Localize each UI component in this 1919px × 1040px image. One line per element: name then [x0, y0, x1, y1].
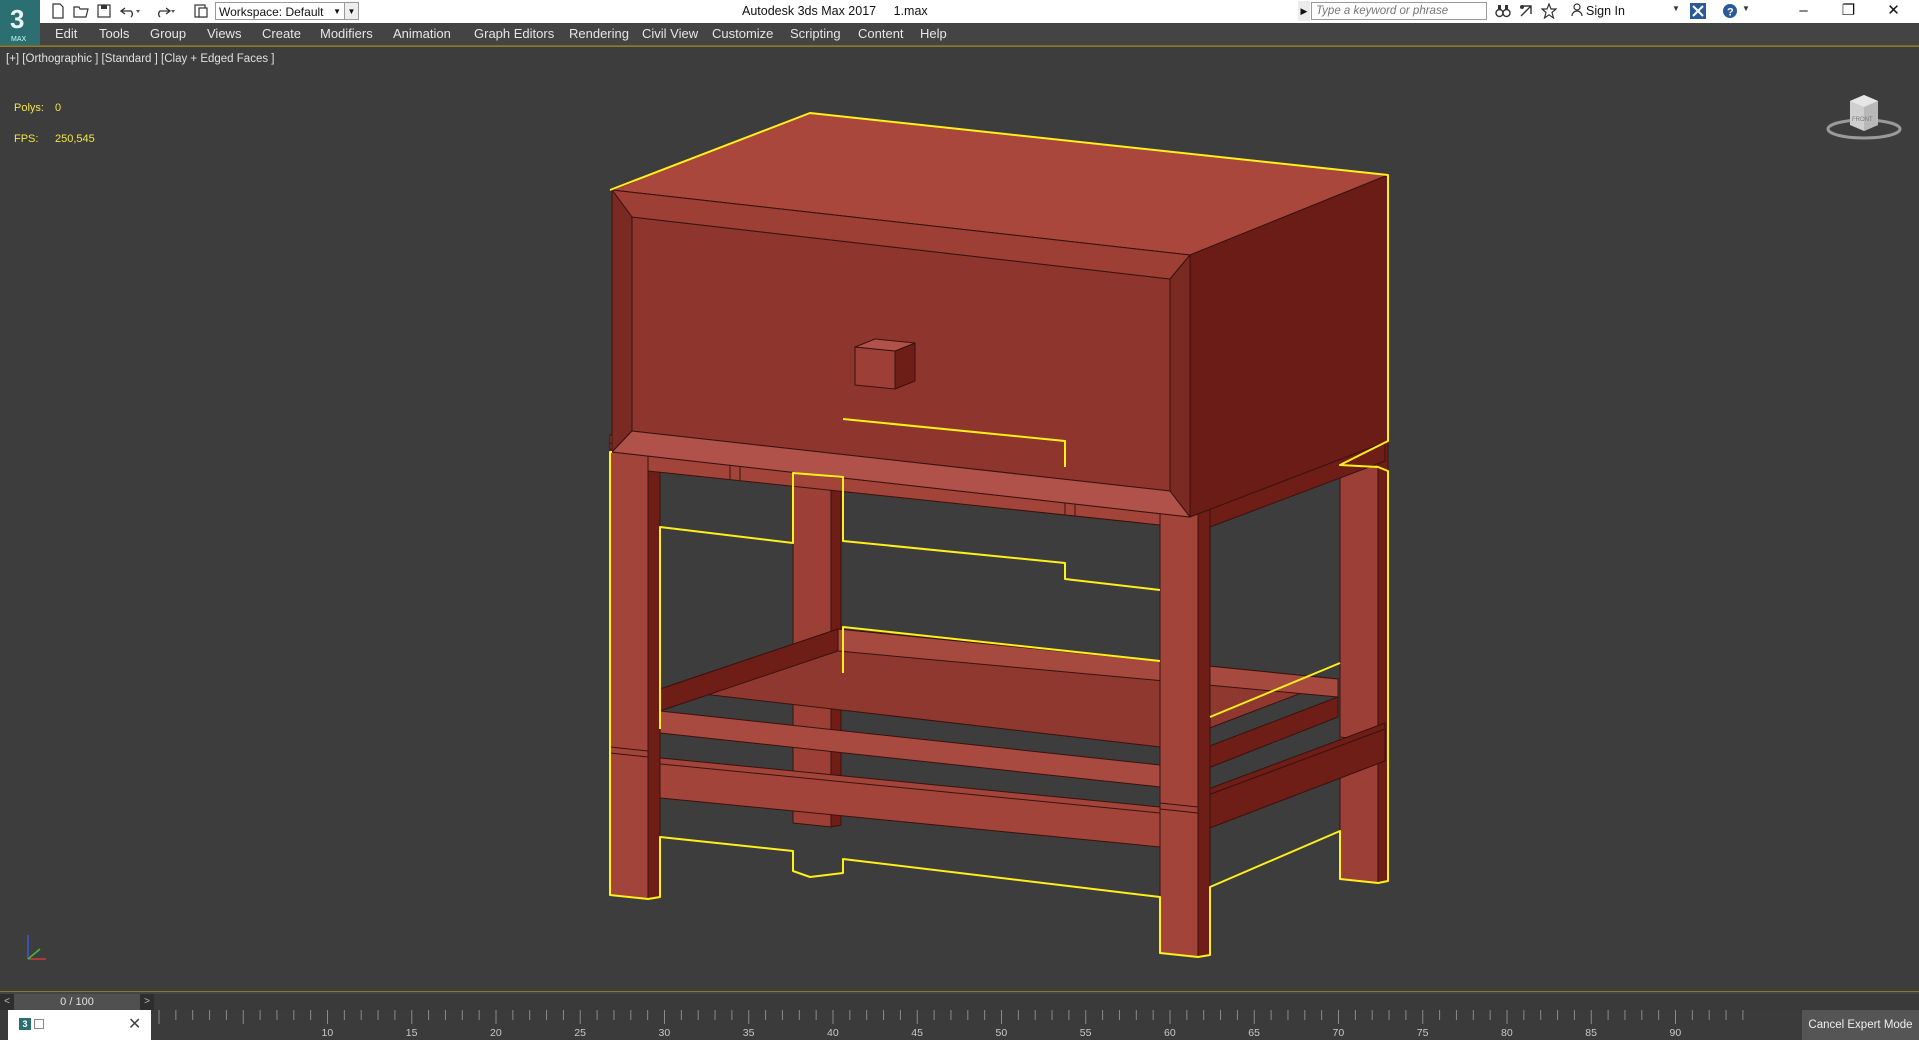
redo-icon[interactable]: [155, 3, 175, 19]
timeline-tick-label: 10: [322, 1027, 334, 1039]
app-thumbnail-icon: 3: [19, 1018, 31, 1030]
project-icon[interactable]: [193, 3, 209, 19]
open-file-icon[interactable]: [73, 3, 89, 19]
time-slider-thumb[interactable]: 0 / 100: [14, 994, 140, 1010]
menu-customize[interactable]: Customize: [712, 26, 773, 41]
minimize-button[interactable]: –: [1781, 0, 1826, 23]
file-name: 1.max: [893, 4, 928, 18]
communication-center-icon[interactable]: [1518, 3, 1534, 19]
chevron-down-icon: ▼: [333, 7, 341, 16]
timeline-tick-label: 85: [1585, 1027, 1597, 1039]
save-icon[interactable]: [96, 3, 112, 19]
drawer-cabinet[interactable]: [611, 112, 1389, 518]
help-icon[interactable]: ?: [1722, 3, 1738, 19]
title-bar: 3 MAX Workspace: Default ▼ ▼ Autodesk 3d…: [0, 0, 1919, 45]
timeline-tick-label: 25: [574, 1027, 586, 1039]
menu-graph-editors[interactable]: Graph Editors: [474, 26, 554, 41]
infocenter-search: ▶: [1298, 1, 1491, 21]
app-logo-icon[interactable]: 3 MAX: [0, 0, 40, 45]
menu-animation[interactable]: Animation: [393, 26, 451, 41]
timeline-tick-label: 65: [1248, 1027, 1260, 1039]
timeline-tick-label: 60: [1164, 1027, 1176, 1039]
timeline-tick-label: 40: [827, 1027, 839, 1039]
timeline-tick-label: 70: [1333, 1027, 1345, 1039]
app-title: Autodesk 3ds Max 2017: [742, 4, 877, 18]
axis-tripod-icon: [27, 935, 46, 960]
sign-in-button[interactable]: Sign In: [1571, 3, 1625, 18]
menu-scripting[interactable]: Scripting: [790, 26, 841, 41]
timeline-tick-label: 45: [911, 1027, 923, 1039]
timeline-tick-label: 80: [1501, 1027, 1513, 1039]
timeline-tick-label: 15: [406, 1027, 418, 1039]
menu-help[interactable]: Help: [920, 26, 947, 41]
timeline-ruler[interactable]: 101520253035404550556065707580859095100: [155, 1010, 1745, 1040]
back-right-leg[interactable]: [1339, 424, 1389, 884]
nightstand-model[interactable]: [0, 47, 1919, 992]
new-file-icon[interactable]: [50, 3, 66, 19]
menu-edit[interactable]: Edit: [55, 26, 77, 41]
timeline-tick-label: 20: [490, 1027, 502, 1039]
perspective-viewport[interactable]: [+] [Orthographic ] [Standard ] [Clay + …: [0, 46, 1919, 992]
undo-icon[interactable]: [120, 3, 140, 19]
drawer-knob[interactable]: [854, 338, 916, 390]
app-logo-subtext: MAX: [11, 36, 27, 43]
thumbnail-window-icon: [34, 1019, 44, 1029]
menu-create[interactable]: Create: [262, 26, 301, 41]
favorites-star-icon[interactable]: [1541, 3, 1557, 19]
app-logo-text: 3: [10, 4, 24, 34]
menu-views[interactable]: Views: [207, 26, 241, 41]
app-window-thumbnail[interactable]: 3 ✕: [8, 1010, 151, 1040]
restore-button[interactable]: ❐: [1826, 0, 1871, 23]
sign-in-dropdown-icon[interactable]: ▼: [1672, 4, 1680, 13]
quick-access-customize-button[interactable]: ▼: [345, 2, 359, 20]
timeline-tick-label: 75: [1417, 1027, 1429, 1039]
close-icon[interactable]: ✕: [128, 1014, 141, 1034]
window-title: Autodesk 3ds Max 2017 1.max: [742, 4, 942, 18]
user-icon: [1571, 3, 1583, 17]
autodesk-exchange-icon[interactable]: [1690, 3, 1706, 19]
menu-modifiers[interactable]: Modifiers: [320, 26, 373, 41]
workspace-dropdown[interactable]: Workspace: Default ▼: [215, 2, 345, 20]
time-slider-next-button[interactable]: >: [140, 994, 154, 1010]
lower-shelf[interactable]: [609, 628, 1386, 848]
timeline-tick-label: 55: [1080, 1027, 1092, 1039]
front-left-leg[interactable]: [609, 434, 661, 900]
search-input[interactable]: [1311, 2, 1487, 20]
front-right-leg[interactable]: [1159, 489, 1211, 958]
svg-text:?: ?: [1727, 7, 1734, 19]
menu-tools[interactable]: Tools: [99, 26, 129, 41]
menu-bar: Edit Tools Group Views Create Modifiers …: [0, 23, 1919, 46]
help-dropdown-icon[interactable]: ▼: [1742, 4, 1750, 13]
binoculars-icon[interactable]: [1495, 3, 1511, 19]
search-expand-icon[interactable]: ▶: [1298, 1, 1310, 21]
timeline-tick-label: 90: [1670, 1027, 1682, 1039]
time-slider-prev-button[interactable]: <: [0, 994, 14, 1010]
menu-civil-view[interactable]: Civil View: [642, 26, 698, 41]
workspace-label: Workspace: Default: [219, 5, 324, 19]
timeline-tick-label: 30: [659, 1027, 671, 1039]
timeline-tick-label: 35: [743, 1027, 755, 1039]
sign-in-label: Sign In: [1586, 4, 1625, 18]
menu-group[interactable]: Group: [150, 26, 186, 41]
menu-content[interactable]: Content: [858, 26, 904, 41]
menu-rendering[interactable]: Rendering: [569, 26, 629, 41]
track-bar: 3 ✕ 101520253035404550556065707580859095…: [0, 1010, 1919, 1040]
time-slider-bar: < 0 / 100 >: [0, 994, 1919, 1010]
cancel-expert-mode-button[interactable]: Cancel Expert Mode: [1802, 1010, 1919, 1040]
timeline-tick-label: 50: [996, 1027, 1008, 1039]
close-button[interactable]: ✕: [1871, 0, 1916, 23]
